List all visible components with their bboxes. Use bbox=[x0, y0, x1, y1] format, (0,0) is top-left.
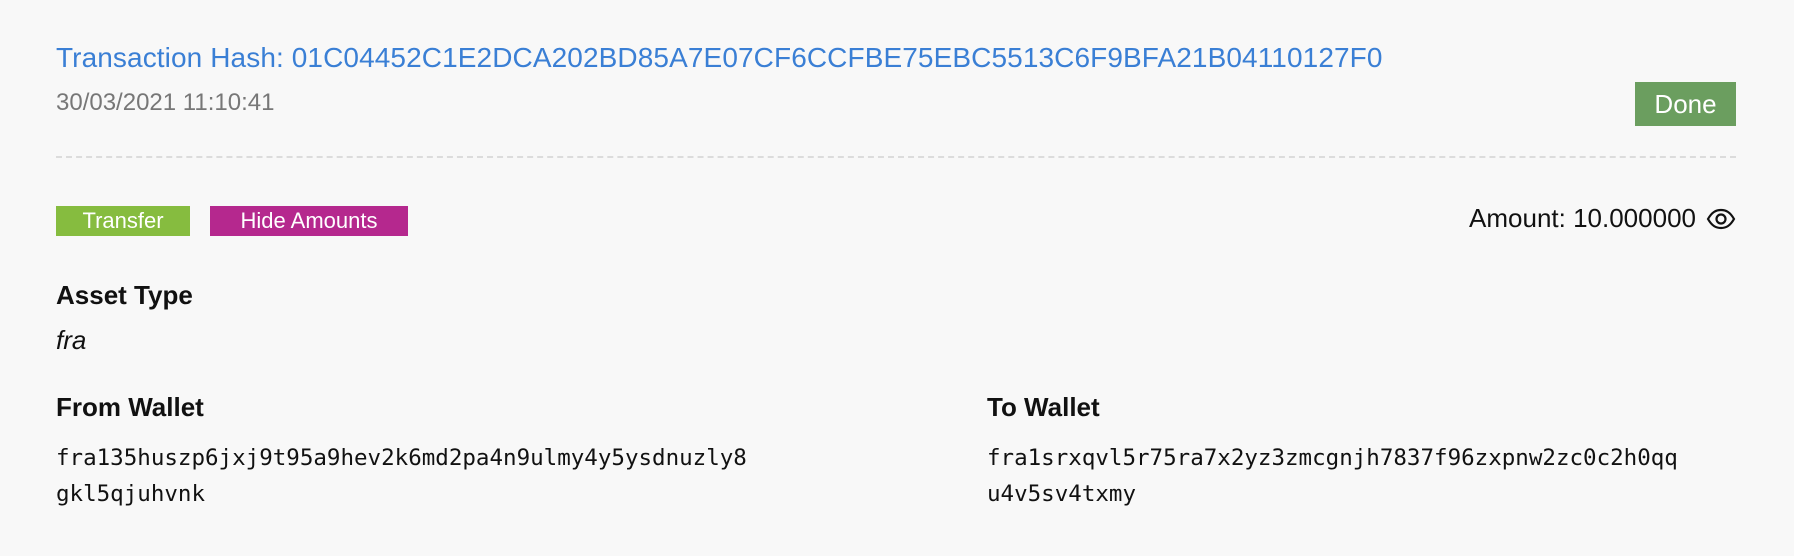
transaction-card: Transaction Hash: 01C04452C1E2DCA202BD85… bbox=[56, 0, 1736, 556]
from-wallet-address-line: gkl5qjuhvnk bbox=[56, 481, 206, 507]
transaction-hash-link[interactable]: Transaction Hash: 01C04452C1E2DCA202BD85… bbox=[56, 42, 1383, 74]
to-wallet-label: To Wallet bbox=[987, 392, 1100, 422]
divider bbox=[56, 156, 1736, 158]
eye-icon[interactable] bbox=[1706, 208, 1736, 230]
asset-type-value: fra bbox=[56, 325, 87, 355]
from-wallet-label: From Wallet bbox=[56, 392, 204, 422]
to-wallet-address-line: fra1srxqvl5r75ra7x2yz3zmcgnjh7837f96zxpn… bbox=[987, 445, 1678, 471]
asset-type-label: Asset Type bbox=[56, 280, 193, 310]
to-wallet-address-line: u4v5sv4txmy bbox=[987, 481, 1137, 507]
to-wallet-address[interactable]: fra1srxqvl5r75ra7x2yz3zmcgnjh7837f96zxpn… bbox=[987, 440, 1747, 512]
amount-display: Amount: 10.000000 bbox=[1469, 203, 1736, 234]
transaction-timestamp: 30/03/2021 11:10:41 bbox=[56, 89, 275, 116]
status-badge: Done bbox=[1635, 82, 1736, 126]
hide-amounts-button[interactable]: Hide Amounts bbox=[210, 206, 408, 236]
from-wallet-address-line: fra135huszp6jxj9t95a9hev2k6md2pa4n9ulmy4… bbox=[56, 445, 747, 471]
amount-text: Amount: 10.000000 bbox=[1469, 203, 1696, 233]
transfer-tag: Transfer bbox=[56, 206, 190, 236]
from-wallet-address[interactable]: fra135huszp6jxj9t95a9hev2k6md2pa4n9ulmy4… bbox=[56, 440, 816, 512]
